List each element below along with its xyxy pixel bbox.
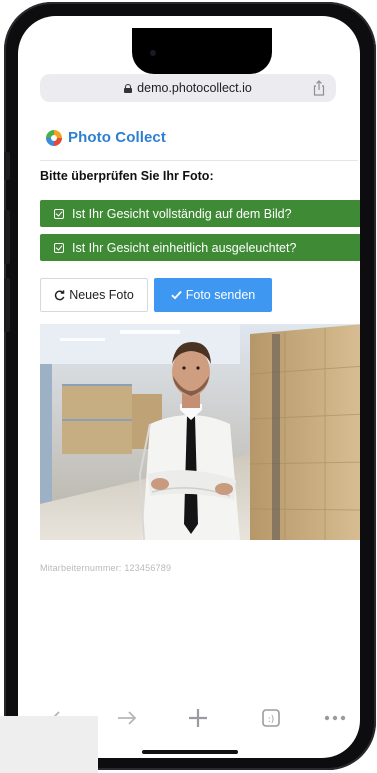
checkmark-icon [171,290,182,300]
employee-photo [40,324,360,540]
check-item-face-lighting[interactable]: Ist Ihr Gesicht einheitlich ausgeleuchte… [40,234,360,261]
plus-icon[interactable] [188,708,208,728]
check-item-face-complete[interactable]: Ist Ihr Gesicht vollständig auf dem Bild… [40,200,360,227]
new-photo-button[interactable]: Neues Foto [40,278,148,312]
svg-text::): :) [268,715,275,725]
brand[interactable]: Photo Collect [46,129,166,146]
check-item-label: Ist Ihr Gesicht vollständig auf dem Bild… [72,206,292,221]
tabs-icon[interactable]: :) [261,708,281,728]
checkbox-checked-icon [54,242,64,253]
address-bar[interactable]: demo.photocollect.io [40,74,336,102]
screenshot: demo.photocollect.io Photo Collect Bitte… [0,0,377,773]
header-divider [40,160,358,161]
check-item-label: Ist Ihr Gesicht einheitlich ausgeleuchte… [72,240,297,255]
volume-up-button [4,210,10,264]
notch [132,28,272,74]
url-text: demo.photocollect.io [137,81,252,95]
more-icon[interactable] [324,715,346,721]
volume-down-button [4,278,10,332]
send-photo-button[interactable]: Foto senden [154,278,272,312]
checkbox-checked-icon [54,208,64,219]
url-display[interactable]: demo.photocollect.io [124,81,252,95]
send-photo-label: Foto senden [185,288,256,302]
forward-arrow-icon[interactable] [116,710,138,726]
corner-overlay [0,716,98,773]
phone-screen: demo.photocollect.io Photo Collect Bitte… [18,16,360,758]
home-indicator [142,750,238,754]
page-heading: Bitte überprüfen Sie Ihr Foto: [40,169,214,183]
mute-switch [4,152,10,180]
brand-name: Photo Collect [68,129,166,146]
front-camera [150,50,156,56]
employee-number-caption: Mitarbeiternummer: 123456789 [40,563,172,573]
lock-icon [124,83,133,93]
new-photo-label: Neues Foto [69,288,134,302]
photo-collect-logo-icon [46,129,62,146]
share-icon[interactable] [312,80,326,96]
refresh-icon [55,289,65,300]
phone-frame: demo.photocollect.io Photo Collect Bitte… [4,2,376,770]
